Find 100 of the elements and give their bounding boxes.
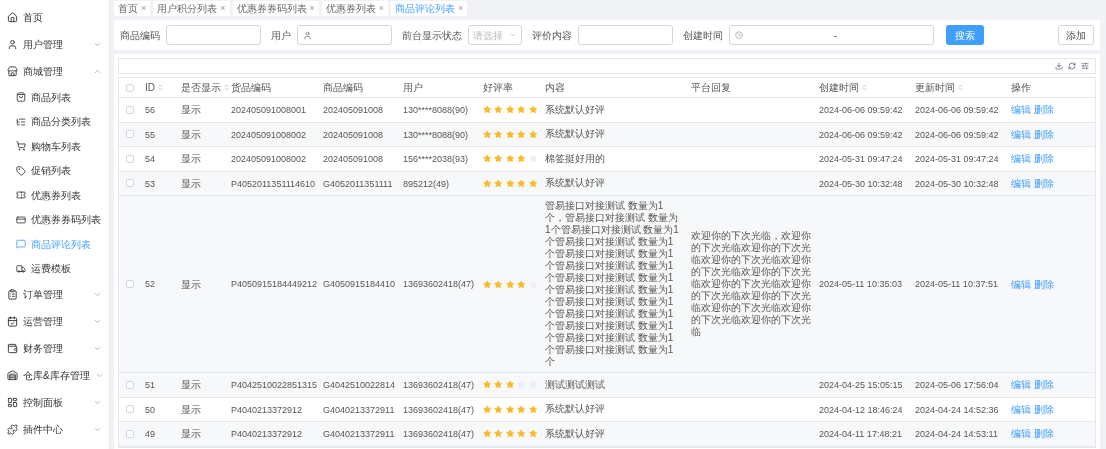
user-field[interactable]: [297, 25, 392, 45]
chevron-down-icon: [93, 317, 102, 326]
table-cell: 53: [145, 178, 155, 189]
table-cell: 2024-06-06 09:59:42: [915, 129, 999, 140]
table-cell: 2024-06-06 09:59:42: [819, 105, 903, 115]
star-icon: [505, 429, 515, 439]
table-cell: 显示: [181, 104, 201, 116]
table-cell: 895212(49): [403, 178, 450, 189]
star-icon: [505, 404, 515, 414]
chevron-up-icon: [93, 67, 102, 76]
table-cell: P4040213372912: [231, 404, 303, 415]
cart-icon: [16, 141, 26, 152]
dashboard-icon: [7, 397, 18, 408]
table-cell: 2024-05-31 09:47:24: [819, 154, 903, 164]
warehouse-icon: [7, 370, 18, 381]
star-icon: [494, 154, 503, 164]
star-icon: [483, 105, 492, 115]
table-cell: 13693602418(47): [403, 404, 475, 415]
sidebar-item[interactable]: 插件中心: [0, 416, 109, 443]
table-cell: 202405091008002: [231, 129, 307, 140]
checkbox[interactable]: [126, 130, 134, 139]
sidebar-item[interactable]: 用户管理: [0, 31, 109, 58]
star-icon: [483, 129, 492, 139]
checkbox[interactable]: [126, 380, 134, 389]
download-icon[interactable]: [1055, 62, 1063, 70]
clipboard-icon: [7, 289, 18, 300]
star-icon: [483, 380, 492, 390]
sidebar-item[interactable]: 仓库&库存管理: [0, 362, 109, 389]
sidebar-item[interactable]: 订单管理: [0, 281, 109, 308]
checkbox[interactable]: [126, 405, 134, 414]
star-icon: [494, 404, 503, 414]
star-icon: [505, 129, 515, 139]
star-icon: [483, 154, 492, 164]
table-cell: 2024-06-06 09:59:42: [915, 105, 999, 115]
date-range-field[interactable]: -: [729, 25, 934, 45]
checkbox[interactable]: [126, 179, 134, 188]
table-cell: 2024-06-06 09:59:42: [819, 129, 903, 140]
column-header[interactable]: 创建时间: [819, 80, 868, 95]
sort-icon[interactable]: [223, 84, 230, 91]
column-header: 内容: [545, 81, 565, 95]
puzzle-icon: [7, 424, 18, 435]
table-cell: 显示: [181, 278, 201, 290]
sidebar-subitem[interactable]: 购物车列表: [0, 134, 109, 159]
star-icon: [494, 178, 503, 188]
table-cell: 测试测试测试: [545, 378, 605, 390]
filter-label: 用户: [271, 28, 291, 43]
column-header: 操作: [1011, 81, 1031, 95]
checkbox[interactable]: [126, 105, 134, 114]
sidebar-item[interactable]: 控制面板: [0, 389, 109, 416]
checkbox[interactable]: [126, 429, 134, 438]
star-icon: [505, 154, 515, 164]
table-cell: 2024-05-30 10:32:48: [915, 178, 999, 189]
table-cell: 2024-04-25 15:05:15: [819, 380, 903, 390]
tag-icon: [16, 165, 26, 176]
star-icon: [494, 279, 503, 289]
column-header[interactable]: ID: [145, 80, 164, 95]
sidebar-item[interactable]: 运营管理: [0, 308, 109, 335]
sort-icon[interactable]: [157, 84, 164, 91]
table-cell: 2024-05-06 17:56:04: [915, 380, 999, 390]
sidebar-item[interactable]: 财务管理: [0, 335, 109, 362]
sort-icon[interactable]: [861, 84, 868, 91]
table-cell: 2024-05-30 10:32:48: [819, 178, 903, 189]
star-icon: [528, 105, 538, 115]
column-header[interactable]: 是否显示: [181, 80, 230, 95]
table-cell: 202405091008: [323, 105, 384, 115]
page-tab[interactable]: 优惠券列表 ×: [321, 1, 389, 16]
sidebar-item[interactable]: 首页: [0, 4, 109, 31]
truck-icon: [16, 263, 26, 274]
sidebar-subitem[interactable]: 运费模板: [0, 256, 109, 281]
star-icon: [494, 380, 503, 390]
refresh-icon[interactable]: [1068, 62, 1076, 70]
table-cell: 显示: [181, 379, 201, 391]
table-cell: 系统默认好评: [545, 128, 605, 140]
add-button[interactable]: 添加: [1058, 25, 1094, 45]
page-tab[interactable]: 优惠券券码列表 ×: [232, 1, 319, 16]
sidebar-subitem[interactable]: 优惠券券码列表: [0, 207, 109, 232]
table-cell: 2024-04-24 14:53:11: [915, 429, 998, 439]
sort-icon[interactable]: [957, 84, 964, 91]
table-cell: 202405091008: [323, 129, 384, 140]
calendar-icon: [7, 316, 18, 327]
star-icon: [505, 380, 515, 390]
checkbox[interactable]: [126, 280, 134, 288]
star-icon: [517, 178, 526, 188]
table-cell: 130****8088(90): [403, 129, 469, 140]
column-header[interactable]: 更新时间: [915, 80, 964, 95]
star-icon: [494, 105, 503, 115]
sidebar-item[interactable]: 商城管理: [0, 58, 109, 85]
checkbox[interactable]: [126, 154, 134, 163]
sidebar-subitem[interactable]: 优惠券列表: [0, 183, 109, 208]
table-cell: 显示: [181, 428, 201, 440]
text-field[interactable]: [578, 25, 673, 45]
sidebar-subitem[interactable]: 促销列表: [0, 158, 109, 183]
sidebar-subitem[interactable]: 商品列表: [0, 85, 109, 110]
checkbox[interactable]: [126, 83, 134, 92]
page-tab[interactable]: 用户积分列表 ×: [153, 1, 230, 16]
text-field[interactable]: [166, 25, 261, 45]
table-cell: 130****8088(90): [403, 105, 469, 115]
settings-icon[interactable]: [1081, 62, 1089, 70]
page-tab[interactable]: 首页 ×: [114, 1, 151, 16]
sidebar-subitem[interactable]: 商品分类列表: [0, 109, 109, 134]
